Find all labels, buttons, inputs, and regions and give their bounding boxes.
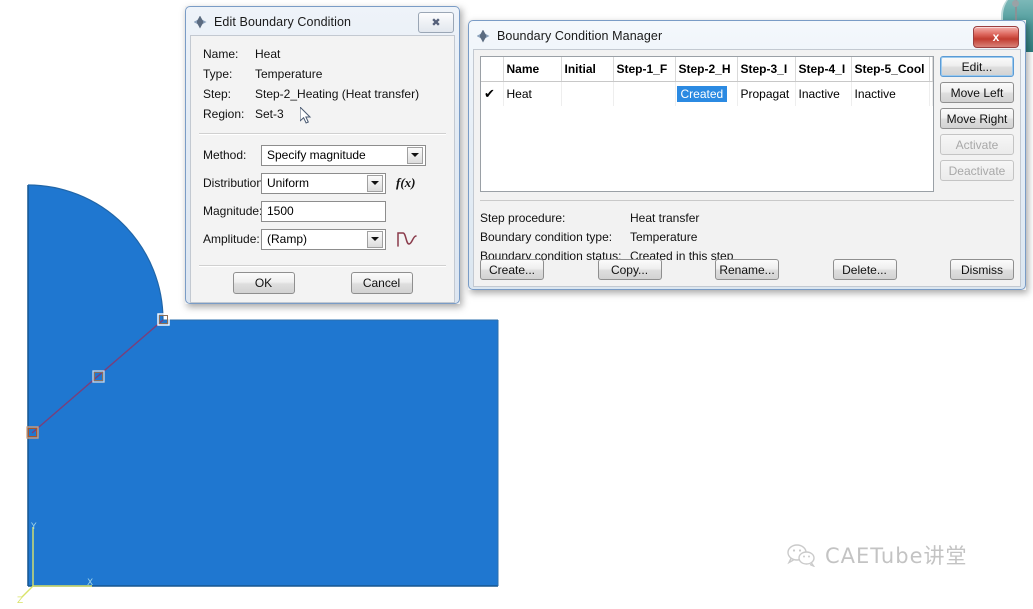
amplitude-value: (Ramp) bbox=[267, 232, 308, 246]
amplitude-wave-icon[interactable] bbox=[396, 230, 418, 248]
step-value: Step-2_Heating (Heat transfer) bbox=[255, 87, 420, 101]
ok-button[interactable]: OK bbox=[232, 272, 295, 294]
deactivate-button: Deactivate bbox=[940, 160, 1014, 181]
status-row-type: Boundary condition type: Temperature bbox=[480, 227, 1014, 246]
row-step-3[interactable]: Propagat bbox=[737, 81, 796, 106]
chevron-down-icon[interactable] bbox=[367, 230, 383, 248]
mouse-cursor-icon bbox=[299, 107, 311, 124]
field-method: Method: Specify magnitude bbox=[191, 141, 454, 169]
field-distribution: Distribution: Uniform f(x) bbox=[191, 169, 454, 197]
chevron-down-icon[interactable] bbox=[407, 146, 423, 164]
step-procedure-value: Heat transfer bbox=[630, 210, 700, 225]
abaqus-diamond-icon bbox=[475, 28, 491, 44]
name-value: Heat bbox=[255, 47, 281, 61]
distribution-select[interactable]: Uniform bbox=[261, 172, 386, 194]
bc-info-list: Name: Heat Type: Temperature Step: Step-… bbox=[191, 36, 454, 128]
edit-boundary-condition-dialog[interactable]: Edit Boundary Condition ✖ Name: Heat Typ… bbox=[185, 6, 460, 304]
manager-title: Boundary Condition Manager bbox=[497, 29, 663, 43]
row-check-icon[interactable]: ✔ bbox=[481, 81, 504, 106]
col-step-4[interactable]: Step-4_I bbox=[795, 57, 852, 82]
watermark-text: CAETube讲堂 bbox=[825, 544, 968, 568]
boundary-condition-manager-dialog[interactable]: Boundary Condition Manager x Name Initia… bbox=[468, 20, 1026, 290]
table-header-row: Name Initial Step-1_F Step-2_H Step-3_I … bbox=[481, 57, 933, 82]
info-row-step: Step: Step-2_Heating (Heat transfer) bbox=[191, 84, 454, 104]
method-select[interactable]: Specify magnitude bbox=[261, 144, 426, 166]
step-label: Step: bbox=[203, 87, 232, 101]
abaqus-diamond-icon bbox=[192, 14, 208, 30]
magnitude-label: Magnitude: bbox=[203, 204, 263, 218]
activate-button: Activate bbox=[940, 134, 1014, 155]
svg-text:X: X bbox=[87, 578, 93, 588]
edit-dialog-titlebar[interactable]: Edit Boundary Condition ✖ bbox=[188, 9, 457, 35]
selected-cell[interactable]: Created bbox=[676, 86, 728, 102]
move-right-button[interactable]: Move Right bbox=[940, 108, 1014, 129]
region-label: Region: bbox=[203, 107, 245, 121]
col-filler bbox=[929, 57, 933, 82]
delete-button[interactable]: Delete... bbox=[832, 259, 897, 280]
info-row-name: Name: Heat bbox=[191, 44, 454, 64]
close-icon[interactable]: ✖ bbox=[418, 12, 454, 33]
divider-bottom bbox=[199, 265, 446, 267]
move-left-button[interactable]: Move Left bbox=[940, 82, 1014, 103]
watermark: CAETube讲堂 bbox=[786, 540, 968, 570]
region-value: Set-3 bbox=[255, 107, 284, 121]
rename-button[interactable]: Rename... bbox=[715, 259, 779, 280]
row-step-4[interactable]: Inactive bbox=[795, 81, 852, 106]
row-name[interactable]: Heat bbox=[503, 81, 562, 106]
row-filler bbox=[929, 81, 933, 106]
distribution-label: Distribution: bbox=[203, 176, 267, 190]
cancel-button[interactable]: Cancel bbox=[350, 272, 413, 294]
bc-type-value: Temperature bbox=[630, 229, 698, 244]
field-amplitude: Amplitude: (Ramp) bbox=[191, 225, 454, 253]
method-label: Method: bbox=[203, 148, 247, 162]
name-label: Name: bbox=[203, 47, 239, 61]
method-value: Specify magnitude bbox=[267, 148, 366, 162]
step-procedure-label: Step procedure: bbox=[480, 210, 566, 225]
chevron-down-icon[interactable] bbox=[367, 174, 383, 192]
row-step-1[interactable] bbox=[613, 81, 676, 106]
row-step-5[interactable]: Inactive bbox=[851, 81, 930, 106]
dismiss-button[interactable]: Dismiss bbox=[950, 259, 1014, 280]
manager-footer-buttons: Create... Copy... Rename... Delete... Di… bbox=[480, 259, 1014, 280]
col-check bbox=[481, 57, 504, 82]
edit-button[interactable]: Edit... bbox=[940, 56, 1014, 77]
col-step-5[interactable]: Step-5_Cool bbox=[851, 57, 930, 82]
row-initial[interactable] bbox=[561, 81, 614, 106]
row-step-2[interactable]: Created bbox=[675, 81, 738, 106]
info-row-type: Type: Temperature bbox=[191, 64, 454, 84]
field-magnitude: Magnitude: 1500 bbox=[191, 197, 454, 225]
manager-side-buttons: Edit... Move Left Move Right Activate De… bbox=[940, 56, 1014, 192]
manager-titlebar[interactable]: Boundary Condition Manager x bbox=[471, 23, 1023, 49]
table-row[interactable]: ✔ Heat Created Propagat Inactive Inactiv… bbox=[481, 81, 933, 106]
bc-table[interactable]: Name Initial Step-1_F Step-2_H Step-3_I … bbox=[480, 56, 934, 192]
copy-button[interactable]: Copy... bbox=[597, 259, 662, 280]
fx-icon[interactable]: f(x) bbox=[396, 175, 416, 191]
col-step-3[interactable]: Step-3_I bbox=[737, 57, 796, 82]
wechat-icon bbox=[787, 544, 816, 567]
svg-text:Z: Z bbox=[17, 596, 23, 606]
col-name[interactable]: Name bbox=[503, 57, 562, 82]
amplitude-label: Amplitude: bbox=[203, 232, 260, 246]
status-panel: Step procedure: Heat transfer Boundary c… bbox=[480, 200, 1014, 265]
close-icon[interactable]: x bbox=[973, 26, 1019, 48]
status-row-procedure: Step procedure: Heat transfer bbox=[480, 208, 1014, 227]
svg-text:Y: Y bbox=[30, 522, 37, 532]
bc-type-label: Boundary condition type: bbox=[480, 229, 613, 244]
type-value: Temperature bbox=[255, 67, 323, 81]
amplitude-select[interactable]: (Ramp) bbox=[261, 228, 386, 250]
info-row-region: Region: Set-3 bbox=[191, 104, 454, 124]
edit-dialog-buttons: OK Cancel bbox=[191, 272, 454, 294]
magnitude-input[interactable]: 1500 bbox=[261, 200, 386, 222]
type-label: Type: bbox=[203, 67, 233, 81]
col-step-2[interactable]: Step-2_H bbox=[675, 57, 738, 82]
distribution-value: Uniform bbox=[267, 176, 310, 190]
edit-dialog-title: Edit Boundary Condition bbox=[214, 15, 352, 29]
col-initial[interactable]: Initial bbox=[561, 57, 614, 82]
create-button[interactable]: Create... bbox=[480, 259, 544, 280]
col-step-1[interactable]: Step-1_F bbox=[613, 57, 676, 82]
